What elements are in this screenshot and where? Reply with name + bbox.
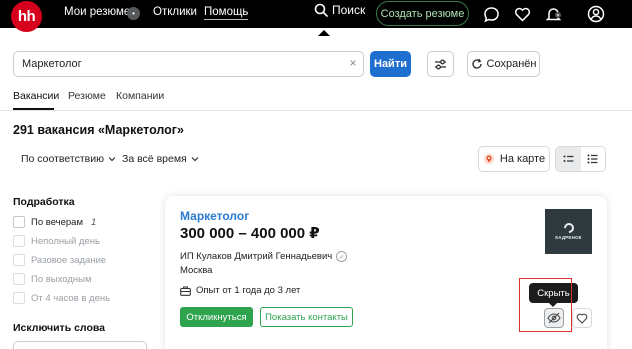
- vacancy-title-link[interactable]: Маркетолог: [180, 209, 249, 223]
- search-icon: [314, 3, 328, 17]
- nav-responses[interactable]: Отклики: [153, 6, 197, 18]
- filter-option: От 4 часов в день: [13, 292, 110, 304]
- nav-my-resumes[interactable]: Мои резюме: [64, 6, 130, 18]
- active-nav-caret: [318, 30, 330, 36]
- checkbox[interactable]: [13, 216, 25, 228]
- tab-companies[interactable]: Компании: [116, 90, 164, 102]
- checkbox: [13, 254, 25, 266]
- tabs-divider: [0, 110, 632, 111]
- exclude-words-input[interactable]: [13, 341, 147, 349]
- filter-option-label: От 4 часов в день: [31, 292, 111, 304]
- filter-option-label: По вечерам: [31, 216, 83, 228]
- vacancy-city: Москва: [180, 265, 213, 276]
- filter-option: Разовое задание: [13, 254, 106, 266]
- exclude-words-title: Исключить слова: [13, 322, 106, 334]
- company-logo-mark: [561, 220, 576, 236]
- nav-search-label: Поиск: [332, 3, 366, 17]
- saved-search-button[interactable]: Сохранён: [467, 51, 540, 77]
- nav-help[interactable]: Помощь: [204, 6, 249, 20]
- detailed-list-icon: [587, 154, 598, 164]
- nav-search[interactable]: Поиск: [314, 3, 365, 17]
- show-contacts-button[interactable]: Показать контакты: [260, 307, 353, 327]
- chevron-down-icon: [108, 157, 116, 162]
- verified-icon: ✓: [336, 251, 348, 262]
- results-title: 291 вакансия «Маркетолог»: [13, 123, 184, 137]
- checkbox: [13, 273, 25, 285]
- map-button[interactable]: На карте: [478, 146, 550, 172]
- filter-option-label: Разовое задание: [31, 254, 107, 266]
- filter-option-count: 1: [91, 216, 97, 228]
- heart-icon[interactable]: [511, 3, 533, 25]
- chat-icon[interactable]: [480, 3, 502, 25]
- saved-search-label: Сохранён: [486, 58, 537, 70]
- create-resume-button[interactable]: Создать резюме: [376, 1, 469, 26]
- resumes-badge: •: [127, 7, 140, 20]
- tab-resumes[interactable]: Резюме: [68, 90, 106, 102]
- advanced-filters-button[interactable]: [427, 51, 454, 77]
- bell-icon[interactable]: [542, 3, 564, 25]
- chevron-down-icon: [191, 157, 199, 162]
- sliders-icon: [435, 59, 446, 69]
- checkbox: [13, 235, 25, 247]
- filter-option[interactable]: По вечерам 1: [13, 216, 96, 228]
- clear-search-icon[interactable]: ×: [347, 57, 359, 69]
- briefcase-icon: [180, 285, 191, 296]
- vacancy-salary: 300 000 – 400 000 ₽: [180, 225, 320, 242]
- experience-label: Опыт от 1 года до 3 лет: [196, 285, 301, 296]
- sort-period-dropdown[interactable]: За всё время: [122, 153, 200, 165]
- map-button-label: На карте: [499, 153, 546, 165]
- company-logo-text: КАДРЕНОК: [555, 235, 582, 240]
- company-logo[interactable]: КАДРЕНОК: [545, 209, 592, 254]
- filter-option-label: По выходным: [31, 273, 92, 285]
- respond-button[interactable]: Откликнуться: [180, 307, 253, 327]
- highlight-box: [519, 278, 572, 332]
- heart-icon: [576, 313, 588, 324]
- list-icon: [563, 155, 574, 162]
- filter-option-label: Неполный день: [31, 235, 100, 247]
- detailed-list-view-button[interactable]: [581, 147, 606, 171]
- filter-option: По выходным: [13, 273, 92, 285]
- map-pin-icon: [483, 153, 495, 165]
- sort-period-label: За всё время: [122, 153, 187, 165]
- hh-logo[interactable]: hh: [11, 1, 42, 32]
- vacancy-experience: Опыт от 1 года до 3 лет: [180, 285, 300, 296]
- employer: ИП Кулаков Дмитрий Геннадьевич ✓: [180, 251, 348, 262]
- sort-relevance-label: По соответствию: [21, 153, 104, 165]
- user-icon[interactable]: [585, 3, 607, 25]
- find-button[interactable]: Найти: [370, 51, 411, 77]
- sort-relevance-dropdown[interactable]: По соответствию: [21, 153, 117, 165]
- filter-schedule-title: Подработка: [13, 196, 75, 208]
- search-input[interactable]: Маркетолог: [13, 51, 364, 77]
- checkbox: [13, 292, 25, 304]
- compact-list-view-button[interactable]: [556, 147, 581, 171]
- employer-name-link[interactable]: ИП Кулаков Дмитрий Геннадьевич: [180, 251, 332, 262]
- favorite-button[interactable]: [572, 308, 592, 328]
- filter-option: Неполный день: [13, 235, 100, 247]
- saved-refresh-icon: [471, 58, 482, 69]
- view-toggle: [555, 146, 606, 172]
- tab-vacancies[interactable]: Вакансии: [13, 90, 59, 102]
